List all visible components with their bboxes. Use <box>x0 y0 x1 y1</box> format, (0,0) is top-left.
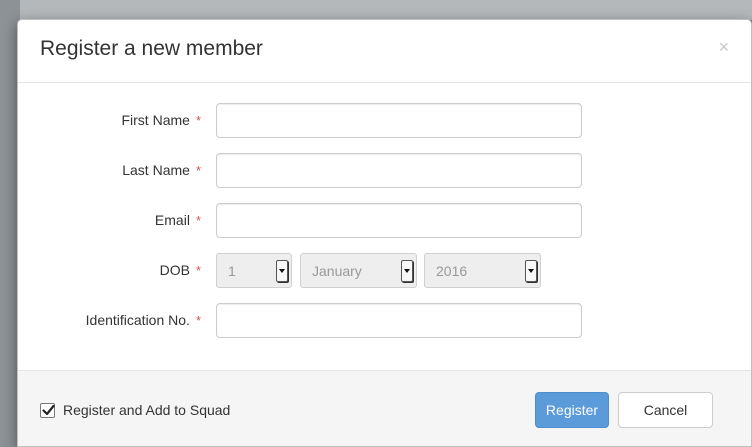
required-marker: * <box>195 113 201 128</box>
dob-label: DOB * <box>160 262 201 278</box>
dob-year-value: 2016 <box>436 263 468 279</box>
email-row: Email * <box>18 203 751 239</box>
email-input[interactable] <box>216 203 582 238</box>
chevron-down-icon <box>525 260 537 282</box>
first-name-label-text: First Name <box>121 112 190 128</box>
required-marker: * <box>195 213 201 228</box>
first-name-row: First Name * <box>18 103 751 139</box>
dob-month-value: January <box>312 263 362 279</box>
dob-day-value: 1 <box>228 263 236 279</box>
dob-day-select[interactable]: 1 <box>216 253 292 288</box>
dob-year-select[interactable]: 2016 <box>424 253 541 288</box>
background-toolbar <box>0 0 752 20</box>
required-marker: * <box>195 163 201 178</box>
last-name-label-text: Last Name <box>122 162 190 178</box>
register-button[interactable]: Register <box>535 392 609 428</box>
dob-label-text: DOB <box>159 262 190 278</box>
modal-footer: Register and Add to Squad Register Cance… <box>18 370 751 446</box>
modal-title: Register a new member <box>40 37 263 60</box>
register-member-modal: Register a new member × First Name * Last… <box>17 19 752 447</box>
identification-label-text: Identification No. <box>85 312 190 328</box>
required-marker: * <box>195 313 201 328</box>
identification-input[interactable] <box>216 303 582 338</box>
identification-label: Identification No. * <box>86 312 201 328</box>
required-marker: * <box>195 263 201 278</box>
email-label: Email * <box>155 212 201 228</box>
chevron-down-icon <box>401 260 413 282</box>
checkbox-box[interactable] <box>40 402 55 418</box>
dob-month-select[interactable]: January <box>300 253 417 288</box>
last-name-row: Last Name * <box>18 153 751 189</box>
first-name-label: First Name * <box>121 112 201 128</box>
identification-row: Identification No. * <box>18 303 751 339</box>
last-name-input[interactable] <box>216 153 582 188</box>
chevron-down-icon <box>276 260 288 282</box>
close-icon[interactable]: × <box>718 38 729 56</box>
modal-header: Register a new member × <box>18 20 751 83</box>
email-label-text: Email <box>154 212 190 228</box>
cancel-button[interactable]: Cancel <box>618 392 713 428</box>
first-name-input[interactable] <box>216 103 582 138</box>
add-to-squad-checkbox[interactable]: Register and Add to Squad <box>40 402 230 418</box>
checkbox-label: Register and Add to Squad <box>63 402 231 418</box>
dob-row: DOB * 1 January 2016 <box>18 253 751 289</box>
last-name-label: Last Name * <box>122 162 201 178</box>
checkmark-icon <box>42 404 55 415</box>
